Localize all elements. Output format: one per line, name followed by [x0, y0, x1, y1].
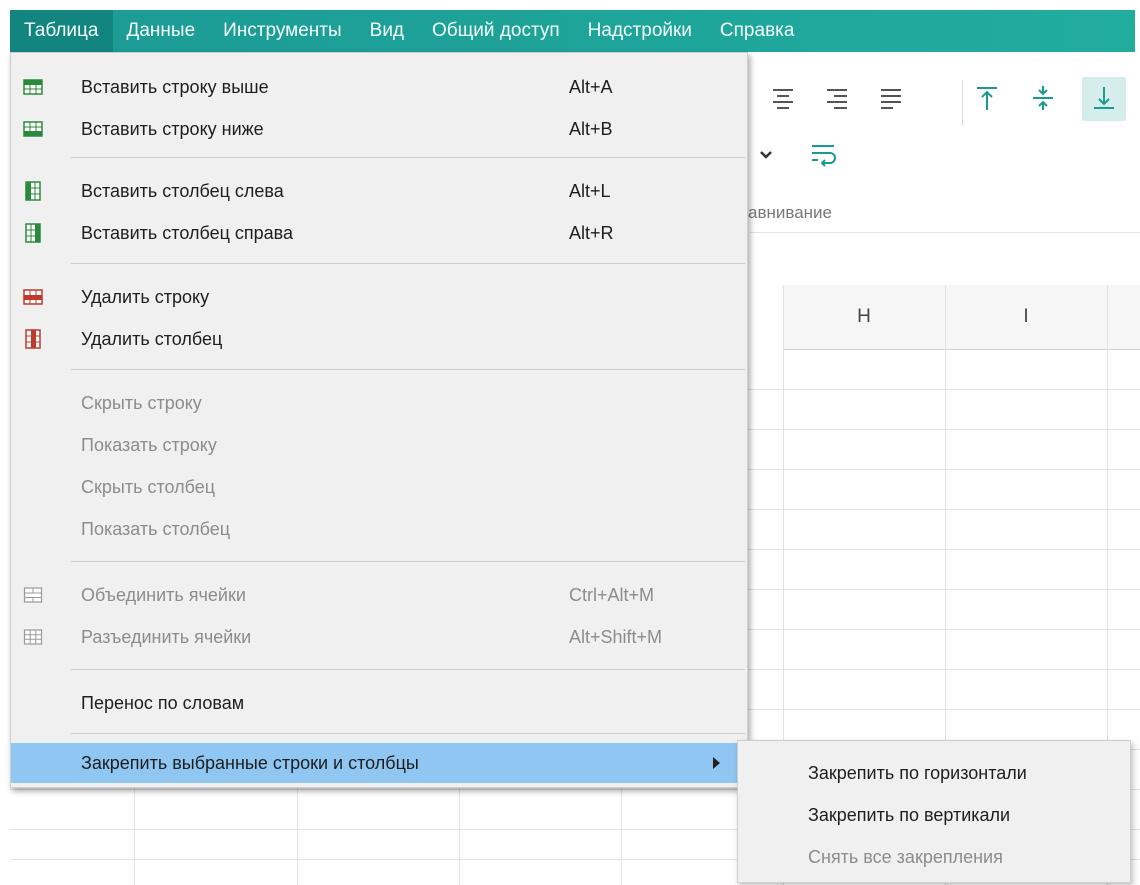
menu-item-freeze-selected[interactable]: Закрепить выбранные строки и столбцы — [11, 743, 747, 783]
menu-item-merge-cells[interactable]: Объединить ячейки Ctrl+Alt+M — [11, 575, 747, 615]
column-header-next[interactable] — [1107, 285, 1140, 350]
menu-item-label: Показать столбец — [81, 519, 231, 539]
menu-item-shortcut: Alt+L — [569, 181, 611, 201]
submenu-item-label: Снять все закрепления — [808, 847, 1003, 867]
menu-separator — [71, 733, 745, 734]
menu-item-label: Закрепить выбранные строки и столбцы — [81, 753, 419, 773]
delete-column-icon — [23, 329, 43, 349]
delete-row-icon — [23, 287, 43, 307]
menu-table[interactable]: Таблица — [10, 10, 113, 52]
menu-data[interactable]: Данные — [113, 10, 210, 52]
menu-item-insert-column-right[interactable]: Вставить столбец справа Alt+R — [11, 213, 747, 253]
menu-item-word-wrap[interactable]: Перенос по словам — [11, 683, 747, 723]
toolbar — [750, 55, 1140, 285]
menu-item-label: Вставить столбец слева — [81, 181, 284, 201]
menu-item-hide-row[interactable]: Скрыть строку — [11, 383, 747, 423]
menu-help[interactable]: Справка — [706, 10, 809, 52]
menu-item-shortcut: Ctrl+Alt+M — [569, 585, 655, 605]
submenu-item-unfreeze-all[interactable]: Снять все закрепления — [738, 837, 1130, 877]
align-center-icon[interactable] — [768, 83, 798, 113]
menu-item-label: Перенос по словам — [81, 693, 245, 713]
column-header-i[interactable]: I — [945, 285, 1108, 350]
menu-item-insert-column-left[interactable]: Вставить столбец слева Alt+L — [11, 171, 747, 211]
alignment-group-label: авнивание — [748, 203, 833, 222]
insert-column-left-icon — [23, 181, 43, 201]
menu-item-delete-row[interactable]: Удалить строку — [11, 277, 747, 317]
insert-column-right-icon — [23, 223, 43, 243]
menu-view[interactable]: Вид — [356, 10, 418, 52]
menu-item-insert-row-below[interactable]: Вставить строку ниже Alt+B — [11, 109, 747, 149]
menu-item-unmerge-cells[interactable]: Разъединить ячейки Alt+Shift+M — [11, 617, 747, 657]
menu-item-label: Скрыть столбец — [81, 477, 216, 497]
insert-row-above-icon — [23, 77, 43, 97]
menu-item-shortcut: Alt+B — [569, 119, 613, 139]
menu-item-insert-row-above[interactable]: Вставить строку выше Alt+A — [11, 67, 747, 107]
freeze-submenu: Закрепить по горизонтали Закрепить по ве… — [737, 740, 1131, 883]
align-bottom-icon[interactable] — [1089, 83, 1119, 113]
insert-row-below-icon — [23, 119, 43, 139]
merge-cells-icon — [23, 585, 43, 605]
toolbar-bottom-border — [750, 232, 1140, 233]
menu-item-shortcut: Alt+R — [569, 223, 614, 243]
menu-item-label: Удалить столбец — [81, 329, 223, 349]
menu-item-show-row[interactable]: Показать строку — [11, 425, 747, 465]
menu-item-shortcut: Alt+Shift+M — [569, 627, 663, 647]
menu-item-show-column[interactable]: Показать столбец — [11, 509, 747, 549]
toolbar-separator — [962, 80, 963, 126]
menu-item-label: Удалить строку — [81, 287, 210, 307]
menu-item-label: Объединить ячейки — [81, 585, 246, 605]
unmerge-cells-icon — [23, 627, 43, 647]
chevron-down-icon[interactable] — [758, 147, 774, 163]
menu-separator — [71, 263, 745, 264]
submenu-item-freeze-horizontal[interactable]: Закрепить по горизонтали — [738, 753, 1130, 793]
submenu-item-label: Закрепить по вертикали — [808, 805, 1011, 825]
menu-item-hide-column[interactable]: Скрыть столбец — [11, 467, 747, 507]
table-menu-dropdown: Вставить строку выше Alt+A Вставить стро… — [10, 52, 748, 788]
align-middle-icon[interactable] — [1028, 83, 1058, 113]
menu-item-label: Вставить строку выше — [81, 77, 269, 97]
menubar: Таблица Данные Инструменты Вид Общий дос… — [10, 10, 1135, 52]
submenu-arrow-icon — [713, 757, 720, 769]
align-right-icon[interactable] — [822, 83, 852, 113]
menu-sharing[interactable]: Общий доступ — [418, 10, 574, 52]
align-justify-icon[interactable] — [876, 83, 906, 113]
menu-item-shortcut: Alt+A — [569, 77, 613, 97]
menu-item-label: Показать строку — [81, 435, 217, 455]
menu-separator — [71, 157, 745, 158]
column-header-h[interactable]: H — [783, 285, 946, 350]
menu-separator — [71, 369, 745, 370]
menu-item-label: Скрыть строку — [81, 393, 202, 413]
submenu-item-freeze-vertical[interactable]: Закрепить по вертикали — [738, 795, 1130, 835]
menu-item-label: Вставить строку ниже — [81, 119, 264, 139]
menu-separator — [71, 669, 745, 670]
submenu-item-label: Закрепить по горизонтали — [808, 763, 1027, 783]
align-top-icon[interactable] — [972, 83, 1002, 113]
menu-addons[interactable]: Надстройки — [574, 10, 706, 52]
menu-item-delete-column[interactable]: Удалить столбец — [11, 319, 747, 359]
menu-separator — [71, 561, 745, 562]
menu-item-label: Разъединить ячейки — [81, 627, 252, 647]
menu-tools[interactable]: Инструменты — [209, 10, 355, 52]
menu-item-label: Вставить столбец справа — [81, 223, 294, 243]
wrap-text-icon[interactable] — [808, 139, 838, 169]
